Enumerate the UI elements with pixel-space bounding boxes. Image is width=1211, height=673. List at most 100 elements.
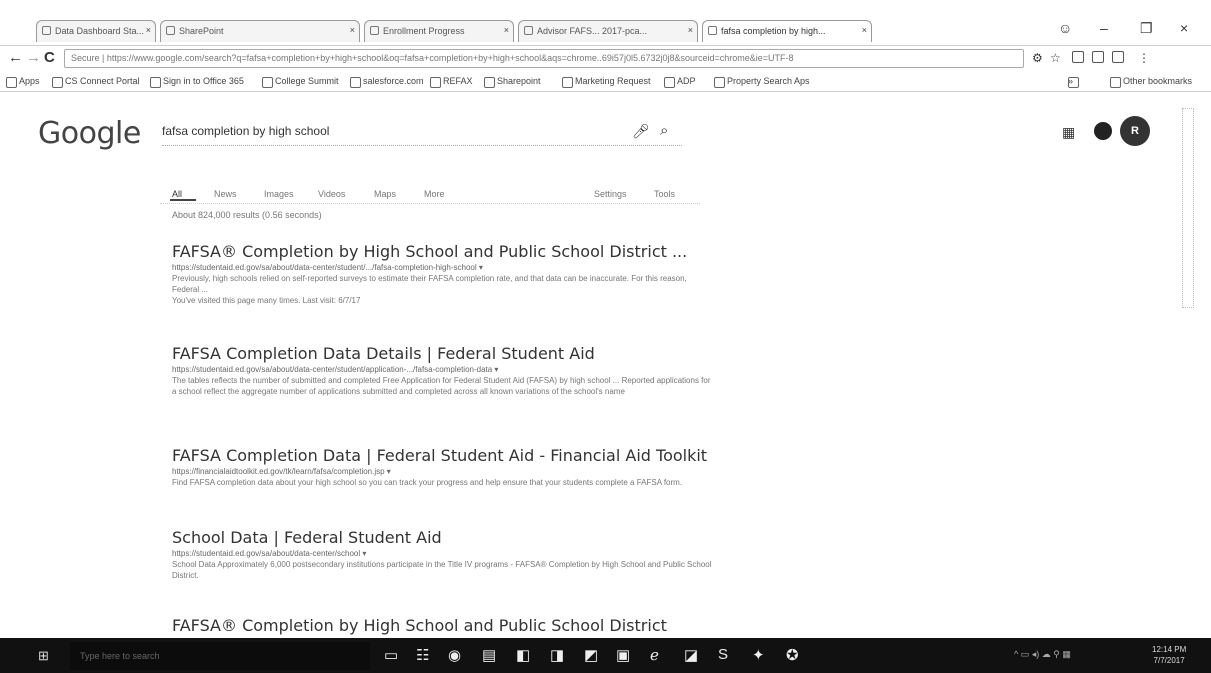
result-title-link[interactable]: FAFSA® Completion by High School and Pub… bbox=[172, 616, 712, 636]
browser-tab[interactable]: Data Dashboard Sta... × bbox=[36, 20, 156, 42]
tools-link[interactable]: Tools bbox=[654, 189, 675, 199]
active-tab-indicator bbox=[170, 199, 196, 201]
result-snippet: Previously, high schools relied on self-… bbox=[172, 274, 687, 294]
notifications-icon[interactable] bbox=[1094, 122, 1112, 140]
close-tab-icon[interactable]: × bbox=[146, 25, 151, 35]
extension-icon[interactable]: ⚙ bbox=[1032, 51, 1043, 65]
browser-tab[interactable]: Advisor FAFS... 2017-pca... × bbox=[518, 20, 698, 42]
result-url[interactable]: https://studentaid.ed.gov/sa/about/data-… bbox=[172, 262, 712, 273]
people-icon[interactable]: ☷ bbox=[416, 646, 429, 664]
browser-tab[interactable]: Enrollment Progress × bbox=[364, 20, 514, 42]
favicon-icon bbox=[42, 26, 51, 35]
minimize-button[interactable]: – bbox=[1100, 20, 1108, 36]
taskbar-search-input[interactable]: Type here to search bbox=[70, 642, 370, 670]
result-snippet: Find FAFSA completion data about your hi… bbox=[172, 478, 683, 487]
file-explorer-icon[interactable]: ▣ bbox=[616, 646, 630, 664]
bookmark-apps[interactable]: Apps bbox=[6, 76, 40, 88]
extension-icon[interactable] bbox=[1112, 51, 1124, 63]
avatar[interactable]: R bbox=[1120, 116, 1150, 146]
clock-time: 12:14 PM bbox=[1152, 645, 1187, 654]
back-button[interactable]: ← bbox=[8, 49, 23, 66]
tab-maps[interactable]: Maps bbox=[374, 189, 396, 199]
bookmark-item[interactable]: salesforce.com bbox=[350, 76, 424, 88]
result-url[interactable]: https://financialaidtoolkit.ed.gov/tk/le… bbox=[172, 466, 712, 477]
tab-more[interactable]: More bbox=[424, 189, 445, 199]
edge-icon[interactable]: ℯ bbox=[650, 646, 659, 664]
navigation-bar: ← → C Secure | https://www.google.com/se… bbox=[0, 47, 1211, 71]
extension-icon[interactable] bbox=[1092, 51, 1104, 63]
favicon-icon bbox=[370, 26, 379, 35]
tab-videos[interactable]: Videos bbox=[318, 189, 345, 199]
menu-icon[interactable]: ⋮ bbox=[1138, 51, 1150, 65]
divider bbox=[160, 203, 700, 204]
app-icon[interactable]: ▤ bbox=[482, 646, 496, 664]
tab-images[interactable]: Images bbox=[264, 189, 294, 199]
browser-tabstrip: Data Dashboard Sta... × SharePoint × Enrol… bbox=[0, 0, 1211, 46]
bookmark-item[interactable]: Property Search Aps bbox=[714, 76, 810, 88]
task-view-icon[interactable]: ▭ bbox=[384, 646, 398, 664]
windows-start-icon[interactable]: ⊞ bbox=[38, 648, 49, 664]
bookmarks-overflow-icon[interactable]: » bbox=[1068, 76, 1080, 88]
chrome-icon[interactable]: ◉ bbox=[448, 646, 461, 664]
close-window-button[interactable]: × bbox=[1180, 20, 1188, 36]
close-tab-icon[interactable]: × bbox=[688, 25, 693, 35]
search-result: FAFSA Completion Data | Federal Student … bbox=[172, 446, 712, 488]
result-visit-note: You've visited this page many times. Las… bbox=[172, 296, 361, 305]
word-icon[interactable]: ◨ bbox=[550, 646, 564, 664]
bookmark-star-icon[interactable]: ☆ bbox=[1050, 51, 1061, 65]
result-title-link[interactable]: FAFSA Completion Data Details | Federal … bbox=[172, 344, 712, 364]
result-title-link[interactable]: FAFSA Completion Data | Federal Student … bbox=[172, 446, 712, 466]
bookmark-item[interactable]: ADP bbox=[664, 76, 696, 88]
search-box: 🎤︎ ⌕ bbox=[162, 120, 682, 146]
app-icon[interactable]: ✦ bbox=[752, 646, 765, 664]
apps-grid-icon[interactable]: ▦ bbox=[1062, 124, 1075, 141]
result-url[interactable]: https://studentaid.ed.gov/sa/about/data-… bbox=[172, 548, 712, 559]
tab-news[interactable]: News bbox=[214, 189, 237, 199]
close-tab-icon[interactable]: × bbox=[862, 25, 867, 35]
google-logo[interactable]: Google bbox=[38, 116, 141, 151]
bookmark-item[interactable]: Sharepoint bbox=[484, 76, 541, 88]
result-snippet: The tables reflects the number of submit… bbox=[172, 376, 711, 396]
close-tab-icon[interactable]: × bbox=[350, 25, 355, 35]
bookmark-item[interactable]: Marketing Request bbox=[562, 76, 651, 88]
google-favicon-icon bbox=[708, 26, 717, 35]
system-tray-icons[interactable]: ^ ▭ ◂) ☁ ⚲ ▦ bbox=[1014, 649, 1071, 660]
forward-button[interactable]: → bbox=[26, 49, 41, 66]
skype-icon[interactable]: S bbox=[718, 646, 728, 663]
app-icon[interactable]: ◪ bbox=[684, 646, 698, 664]
settings-link[interactable]: Settings bbox=[594, 189, 627, 199]
tab-all[interactable]: All bbox=[172, 189, 182, 199]
maximize-button[interactable]: ❐ bbox=[1140, 20, 1153, 37]
search-input[interactable] bbox=[162, 120, 582, 142]
extension-icon[interactable] bbox=[1072, 51, 1084, 63]
close-tab-icon[interactable]: × bbox=[504, 25, 509, 35]
browser-tab-active[interactable]: fafsa completion by high... × bbox=[702, 20, 872, 42]
clock-date: 7/7/2017 bbox=[1153, 656, 1185, 665]
bookmark-item[interactable]: College Summit bbox=[262, 76, 339, 88]
address-bar[interactable]: Secure | https://www.google.com/search?q… bbox=[64, 49, 1024, 68]
profile-icon[interactable]: ☺ bbox=[1058, 20, 1072, 36]
microphone-icon[interactable]: 🎤︎ bbox=[632, 123, 650, 140]
result-title-link[interactable]: School Data | Federal Student Aid bbox=[172, 528, 712, 548]
search-result: FAFSA Completion Data Details | Federal … bbox=[172, 344, 712, 397]
scrollbar[interactable] bbox=[1182, 108, 1194, 308]
favicon-icon bbox=[166, 26, 175, 35]
browser-tab[interactable]: SharePoint × bbox=[160, 20, 360, 42]
search-icon[interactable]: ⌕ bbox=[660, 122, 668, 139]
taskbar: ⊞ Type here to search ▭ ☷ ◉ ▤ ◧ ◨ ◩ ▣ ℯ … bbox=[0, 638, 1211, 673]
search-result: FAFSA® Completion by High School and Pub… bbox=[172, 242, 712, 306]
result-title-link[interactable]: FAFSA® Completion by High School and Pub… bbox=[172, 242, 712, 262]
bookmark-item[interactable]: CS Connect Portal bbox=[52, 76, 140, 88]
search-result: School Data | Federal Student Aid https:… bbox=[172, 528, 712, 581]
bookmark-item[interactable]: REFAX bbox=[430, 76, 473, 88]
app-icon[interactable]: ✪ bbox=[786, 646, 799, 664]
excel-icon[interactable]: ◧ bbox=[516, 646, 530, 664]
result-url[interactable]: https://studentaid.ed.gov/sa/about/data-… bbox=[172, 364, 712, 375]
result-stats: About 824,000 results (0.56 seconds) bbox=[172, 210, 322, 220]
powerpoint-icon[interactable]: ◩ bbox=[584, 646, 598, 664]
search-result: FAFSA® Completion by High School and Pub… bbox=[172, 616, 712, 636]
bookmark-item[interactable]: Sign in to Office 365 bbox=[150, 76, 244, 88]
other-bookmarks[interactable]: Other bookmarks bbox=[1110, 76, 1192, 88]
reload-button[interactable]: C bbox=[44, 49, 55, 66]
clock[interactable]: 12:14 PM 7/7/2017 bbox=[1152, 644, 1186, 666]
